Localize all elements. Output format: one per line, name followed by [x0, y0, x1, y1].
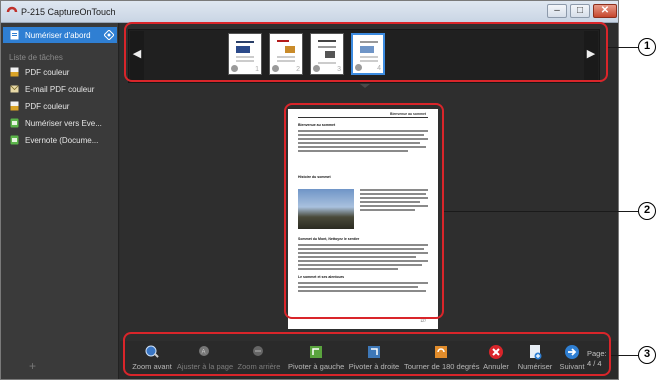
callout-box-preview	[284, 103, 444, 319]
callout-marker-3: 3	[638, 346, 656, 364]
sidebar-item-label: Numériser d'abord	[25, 31, 91, 40]
sidebar-item-label: PDF couleur	[25, 102, 70, 111]
maximize-button[interactable]: □	[570, 4, 590, 18]
evernote-icon	[10, 135, 19, 145]
title-bar: P-215 CaptureOnTouch – □ ✕	[1, 1, 618, 23]
sidebar-item-label: Numériser vers Eve...	[25, 119, 102, 128]
sidebar-item-scan-to-evernote[interactable]: Numériser vers Eve...	[3, 115, 117, 131]
callout-marker-2: 2	[638, 202, 656, 220]
app-logo-icon	[6, 6, 18, 13]
sidebar-item-pdf-color-2[interactable]: PDF couleur	[3, 98, 117, 114]
callout-box-thumbnails	[124, 22, 608, 82]
pdf-file-icon	[10, 67, 19, 77]
minimize-button[interactable]: –	[547, 4, 567, 18]
sidebar-item-label: E-mail PDF couleur	[25, 85, 95, 94]
sidebar-item-email-pdf[interactable]: E-mail PDF couleur	[3, 81, 117, 97]
callout-marker-1: 1	[638, 38, 656, 56]
leader-line	[611, 355, 638, 356]
leader-line	[608, 47, 638, 48]
selected-thumbnail-caret	[360, 84, 370, 88]
add-task-button[interactable]: +	[29, 359, 36, 373]
sidebar-item-scan-first[interactable]: Numériser d'abord	[3, 27, 117, 43]
evernote-icon	[10, 118, 19, 128]
callout-box-toolbar	[123, 332, 611, 376]
sidebar-item-pdf-color[interactable]: PDF couleur	[3, 64, 117, 80]
close-button[interactable]: ✕	[593, 4, 617, 18]
sidebar-item-label: PDF couleur	[25, 68, 70, 77]
preview-page-number: 127	[420, 319, 426, 323]
scan-first-icon	[10, 30, 19, 40]
sidebar-item-label: Evernote (Docume...	[25, 136, 99, 145]
window-title: P-215 CaptureOnTouch	[21, 7, 116, 17]
sidebar: Numériser d'abord Liste de tâches PDF co…	[1, 23, 119, 379]
task-list-heading: Liste de tâches	[9, 53, 63, 62]
pdf-file-icon	[10, 101, 19, 111]
settings-diamond-icon[interactable]	[104, 30, 114, 40]
leader-line	[444, 211, 638, 212]
sidebar-item-evernote-document[interactable]: Evernote (Docume...	[3, 132, 117, 148]
email-icon	[10, 85, 19, 93]
